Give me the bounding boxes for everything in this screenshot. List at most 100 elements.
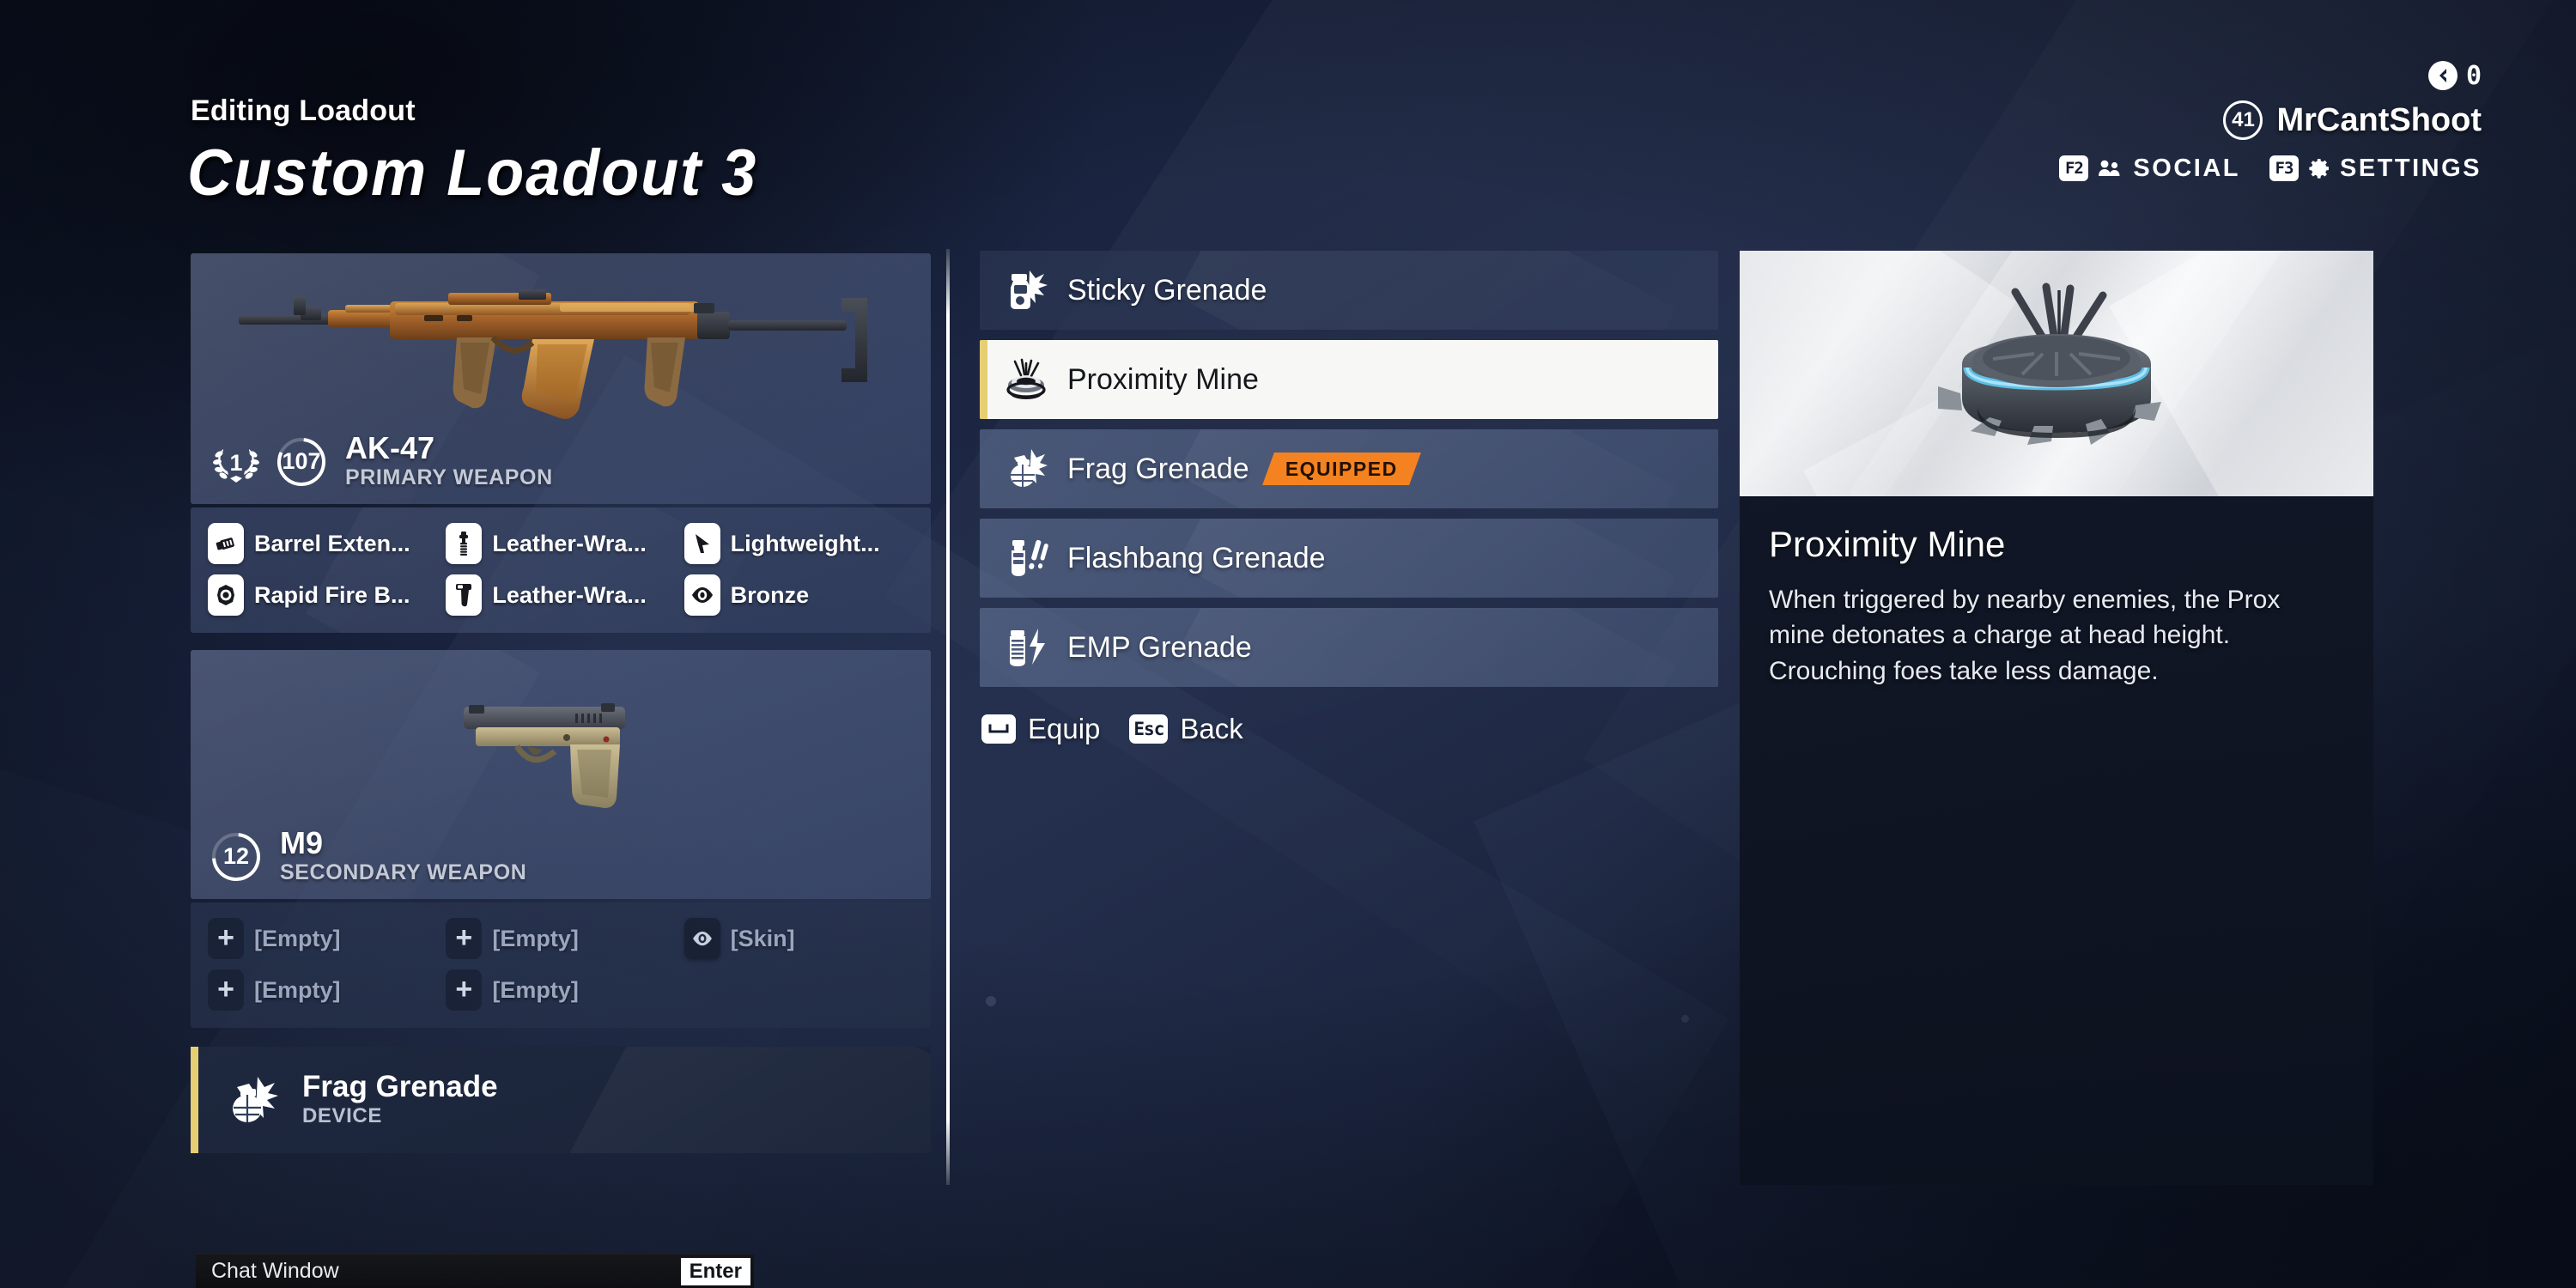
gear-icon bbox=[2308, 157, 2330, 179]
primary-weapon-level-ring: 107 bbox=[275, 435, 328, 489]
skin-eye-icon bbox=[683, 574, 720, 616]
device-list-item-flashbang-grenade[interactable]: Flashbang Grenade bbox=[980, 519, 1718, 598]
panel-shine bbox=[1176, 429, 1676, 508]
primary-weapon-level: 107 bbox=[282, 448, 321, 475]
device-list-item-proximity-mine[interactable]: Proximity Mine bbox=[980, 340, 1718, 419]
chat-window-label: Chat Window bbox=[211, 1259, 339, 1283]
equipped-badge-label: EQUIPPED bbox=[1285, 457, 1398, 480]
player-info[interactable]: 41 MrCantShoot bbox=[2059, 98, 2482, 143]
settings-label: SETTINGS bbox=[2339, 154, 2482, 182]
settings-hotkey[interactable]: F3 SETTINGS bbox=[2269, 155, 2482, 183]
device-selection-list: Sticky Grenade Proximity Mine Frag Grena… bbox=[980, 251, 1718, 745]
attachment-label: Rapid Fire B... bbox=[254, 581, 410, 608]
attachment-slot[interactable]: Barrel Exten... bbox=[208, 523, 437, 564]
device-list-item-label: EMP Grenade bbox=[1067, 630, 1252, 664]
panel-shine bbox=[561, 1047, 931, 1153]
attachment-slot[interactable]: Rapid Fire B... bbox=[208, 574, 437, 616]
equip-prompt-label: Equip bbox=[1028, 713, 1101, 744]
f2-keycap: F2 bbox=[2059, 155, 2089, 181]
attachment-label: [Empty] bbox=[254, 925, 341, 951]
secondary-weapon-meta: 12 M9 SECONDARY WEAPON bbox=[210, 828, 917, 885]
item-detail-panel: Proximity Mine When triggered by nearby … bbox=[1740, 251, 2373, 1185]
equip-prompt[interactable]: Equip bbox=[981, 713, 1100, 745]
secondary-weapon-slot-label: SECONDARY WEAPON bbox=[280, 860, 527, 884]
social-hotkey[interactable]: F2 SOCIAL bbox=[2059, 155, 2240, 183]
device-text: Frag Grenade DEVICE bbox=[302, 1071, 498, 1129]
rapid-fire-barrel-icon bbox=[208, 574, 244, 616]
secondary-weapon-card[interactable]: 12 M9 SECONDARY WEAPON bbox=[191, 650, 931, 899]
loadout-column: 1 107 AK-47 PRIMARY WEAPON Barrel Exten.… bbox=[191, 253, 931, 1153]
secondary-weapon-name: M9 bbox=[280, 825, 324, 861]
attachment-label: Leather-Wra... bbox=[492, 530, 647, 556]
attachment-label: Lightweight... bbox=[730, 530, 880, 556]
primary-attachments-grid: Barrel Exten... Leather-Wra... Lightweig… bbox=[191, 507, 931, 633]
enter-key: Enter bbox=[680, 1257, 750, 1285]
device-list-item-sticky-grenade[interactable]: Sticky Grenade bbox=[980, 251, 1718, 330]
attachment-slot[interactable]: Leather-Wra... bbox=[446, 523, 675, 564]
f3-keycap: F3 bbox=[2269, 155, 2299, 181]
selection-accent-bar bbox=[191, 1047, 198, 1153]
secondary-attachments-grid: + [Empty] + [Empty] [Skin] + [Empty] + [… bbox=[191, 902, 931, 1028]
currency-icon bbox=[2427, 61, 2458, 90]
attachment-slot-empty[interactable]: + [Empty] bbox=[208, 918, 437, 959]
device-slot-label: DEVICE bbox=[302, 1104, 382, 1128]
currency-amount: 0 bbox=[2465, 60, 2482, 91]
column-divider bbox=[946, 249, 950, 1185]
device-list-item-label: Proximity Mine bbox=[1067, 362, 1259, 396]
attachment-label: [Empty] bbox=[254, 976, 341, 1003]
chat-window[interactable]: Chat Window Enter bbox=[196, 1254, 754, 1288]
plus-icon: + bbox=[446, 918, 483, 959]
hotkey-row: F2 SOCIAL F3 SETTINGS bbox=[2059, 151, 2482, 185]
space-bar-icon bbox=[981, 714, 1016, 744]
attachment-slot-skin[interactable]: [Skin] bbox=[683, 918, 914, 959]
frag-grenade-icon bbox=[223, 1073, 280, 1127]
back-prompt-label: Back bbox=[1180, 713, 1243, 744]
sticky-grenade-icon bbox=[1004, 269, 1048, 312]
attachment-label: Leather-Wra... bbox=[492, 581, 647, 608]
secondary-weapon-level: 12 bbox=[222, 843, 250, 870]
attachment-label: Barrel Exten... bbox=[254, 530, 410, 556]
plus-icon: + bbox=[208, 969, 244, 1011]
leather-wrap-grip-icon bbox=[446, 523, 483, 564]
attachment-slot[interactable]: Leather-Wra... bbox=[446, 574, 675, 616]
attachment-label: Bronze bbox=[730, 581, 810, 608]
screen-root: Editing Loadout Custom Loadout 3 0 41 Mr… bbox=[0, 0, 2576, 1288]
item-detail-description: When triggered by nearby enemies, the Pr… bbox=[1769, 586, 2281, 685]
attachment-slot[interactable]: Lightweight... bbox=[683, 523, 914, 564]
proximity-mine-render bbox=[1740, 251, 2373, 498]
selection-accent-bar bbox=[980, 340, 987, 419]
emp-grenade-icon bbox=[1004, 626, 1048, 669]
currency-display: 0 bbox=[2059, 60, 2482, 91]
skin-eye-icon bbox=[683, 918, 720, 959]
item-detail-title: Proximity Mine bbox=[1769, 524, 2006, 564]
social-label: SOCIAL bbox=[2133, 154, 2240, 182]
m9-render bbox=[191, 650, 931, 835]
attachment-label: [Empty] bbox=[492, 976, 579, 1003]
primary-weapon-card[interactable]: 1 107 AK-47 PRIMARY WEAPON bbox=[191, 253, 931, 504]
primary-weapon-names: AK-47 PRIMARY WEAPON bbox=[345, 433, 553, 490]
barrel-extender-icon bbox=[208, 523, 244, 564]
secondary-weapon-level-ring: 12 bbox=[210, 830, 263, 884]
device-list-item-emp-grenade[interactable]: EMP Grenade bbox=[980, 608, 1718, 687]
proximity-mine-icon bbox=[1004, 358, 1048, 401]
device-list-item-frag-grenade[interactable]: Frag Grenade EQUIPPED bbox=[980, 429, 1718, 508]
editing-loadout-label: Editing Loadout bbox=[191, 94, 416, 127]
social-people-icon bbox=[2098, 158, 2123, 179]
back-prompt[interactable]: Esc Back bbox=[1129, 713, 1243, 745]
esc-key: Esc bbox=[1129, 714, 1169, 744]
header-hud: 0 41 MrCantShoot F2 SOCIAL F3 SETTINGS bbox=[2059, 60, 2482, 185]
item-detail-body: Proximity Mine When triggered by nearby … bbox=[1740, 498, 2373, 689]
attachment-label: [Empty] bbox=[492, 925, 579, 951]
plus-icon: + bbox=[208, 918, 244, 959]
device-slot-row[interactable]: Frag Grenade DEVICE bbox=[191, 1047, 931, 1153]
input-prompt-bar: Equip Esc Back bbox=[981, 713, 1718, 745]
attachment-slot[interactable]: Bronze bbox=[683, 574, 914, 616]
attachment-slot-empty[interactable]: + [Empty] bbox=[208, 969, 437, 1011]
attachment-slot-empty[interactable]: + [Empty] bbox=[446, 969, 675, 1011]
attachment-label: [Skin] bbox=[730, 925, 795, 951]
page-title: Custom Loadout 3 bbox=[187, 137, 758, 210]
flashbang-grenade-icon bbox=[1004, 537, 1048, 580]
primary-weapon-meta: 1 107 AK-47 PRIMARY WEAPON bbox=[210, 433, 917, 490]
attachment-slot-empty[interactable]: + [Empty] bbox=[446, 918, 675, 959]
lightweight-icon bbox=[683, 523, 720, 564]
